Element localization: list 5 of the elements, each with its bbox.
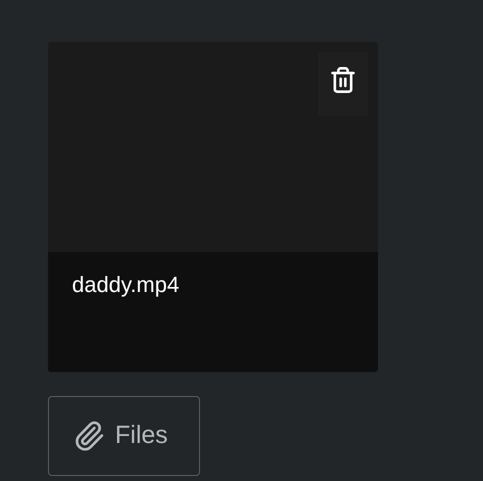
- trash-icon: [329, 66, 357, 94]
- files-button[interactable]: Files: [48, 396, 200, 476]
- paperclip-icon: [73, 420, 105, 452]
- file-name: daddy.mp4: [72, 272, 180, 297]
- delete-button[interactable]: [318, 52, 368, 116]
